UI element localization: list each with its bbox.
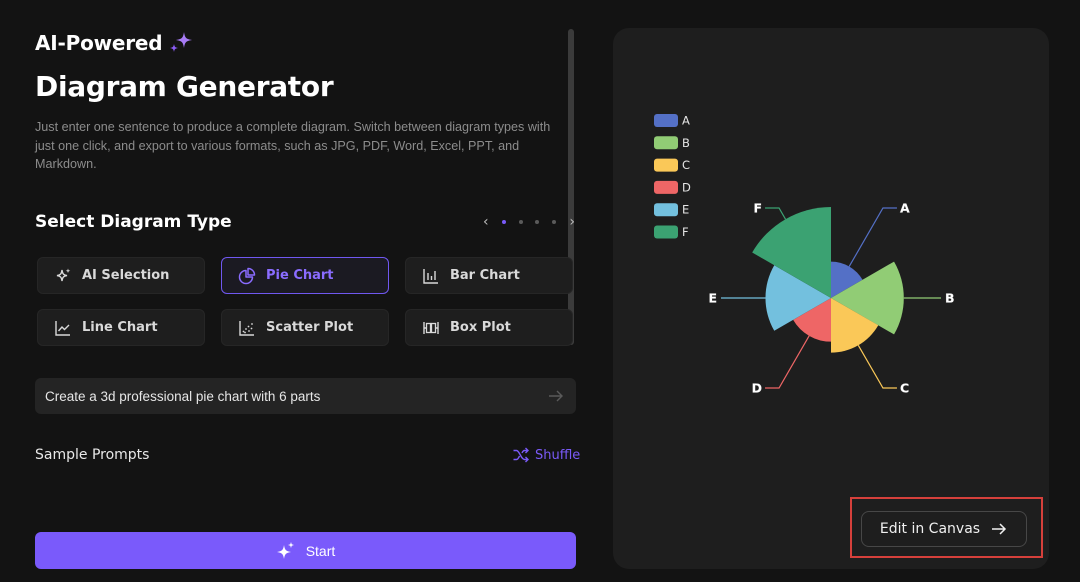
generator-form: AI-Powered Diagram Generator Just enter … bbox=[0, 0, 600, 582]
legend-item[interactable]: E bbox=[654, 203, 689, 217]
type-ai-selection[interactable]: AI Selection bbox=[37, 257, 205, 294]
eyebrow-text: AI-Powered bbox=[35, 31, 163, 55]
bar-chart-icon bbox=[423, 268, 438, 284]
chart-preview-panel: ABCDEFABCDEF bbox=[613, 28, 1049, 569]
label-leader-line bbox=[765, 335, 810, 389]
type-scatter-plot[interactable]: Scatter Plot bbox=[221, 309, 389, 346]
legend-label: B bbox=[682, 136, 690, 150]
type-box-plot[interactable]: Box Plot bbox=[405, 309, 573, 346]
eyebrow: AI-Powered bbox=[35, 30, 194, 56]
shuffle-icon bbox=[513, 447, 529, 463]
sparkle-icon bbox=[170, 32, 193, 52]
legend-swatch bbox=[654, 114, 678, 127]
page-title: Diagram Generator bbox=[35, 70, 334, 103]
data-label: C bbox=[900, 381, 909, 396]
data-label: B bbox=[945, 291, 955, 306]
box-plot-icon bbox=[423, 321, 439, 334]
chevron-left-icon[interactable]: ‹ bbox=[483, 215, 489, 229]
data-label: D bbox=[752, 381, 762, 396]
pie-chart-icon bbox=[238, 267, 256, 284]
data-label: F bbox=[753, 201, 762, 216]
start-button[interactable]: Start bbox=[35, 532, 576, 569]
edit-in-canvas-button[interactable]: Edit in Canvas bbox=[861, 511, 1027, 547]
label-leader-line bbox=[848, 207, 897, 267]
select-diagram-type-heading: Select Diagram Type bbox=[35, 212, 232, 232]
ai-sparkle-icon bbox=[56, 268, 71, 281]
data-label: A bbox=[900, 201, 910, 216]
edit-in-canvas-label: Edit in Canvas bbox=[879, 521, 981, 537]
type-line-chart[interactable]: Line Chart bbox=[37, 309, 205, 346]
legend-item[interactable]: D bbox=[654, 180, 691, 194]
shuffle-label: Shuffle bbox=[535, 447, 581, 463]
shuffle-button[interactable]: Shuffle bbox=[512, 446, 580, 464]
legend-item[interactable]: C bbox=[654, 158, 690, 172]
prompt-box bbox=[35, 378, 576, 414]
pager-dot-4[interactable] bbox=[552, 220, 557, 224]
type-pie-chart[interactable]: Pie Chart bbox=[221, 257, 389, 294]
sparkle-icon bbox=[276, 541, 294, 559]
start-label: Start bbox=[305, 542, 336, 559]
scatter-plot-icon bbox=[239, 320, 254, 336]
legend-swatch bbox=[654, 203, 678, 217]
pager-dot-3[interactable] bbox=[535, 220, 540, 224]
legend-swatch bbox=[654, 225, 678, 239]
label-leader-line bbox=[765, 207, 787, 220]
rose-chart: ABCDEFABCDEF bbox=[654, 114, 955, 396]
data-label: E bbox=[708, 291, 717, 306]
legend-swatch bbox=[654, 180, 678, 194]
legend-item[interactable]: B bbox=[654, 136, 690, 150]
legend-swatch bbox=[654, 136, 678, 150]
prompt-input[interactable] bbox=[45, 388, 546, 404]
diagram-type-grid: AI Selection Pie Chart Bar Chart Line Ch… bbox=[37, 257, 577, 346]
type-label: AI Selection bbox=[82, 268, 170, 283]
sample-prompts-label: Sample Prompts bbox=[35, 447, 150, 463]
legend-label: D bbox=[682, 180, 691, 194]
line-chart-icon bbox=[55, 320, 70, 336]
type-label: Bar Chart bbox=[450, 268, 520, 283]
legend-label: C bbox=[682, 158, 690, 172]
chevron-right-icon[interactable]: › bbox=[569, 215, 575, 229]
legend-item[interactable]: A bbox=[654, 114, 690, 128]
legend-label: F bbox=[682, 225, 689, 239]
arrow-right-icon[interactable] bbox=[546, 386, 566, 406]
arrow-right-icon bbox=[992, 523, 1007, 535]
legend-item[interactable]: F bbox=[654, 225, 689, 239]
page-description: Just enter one sentence to produce a com… bbox=[35, 120, 551, 171]
type-label: Line Chart bbox=[82, 320, 158, 335]
pager-dot-1[interactable] bbox=[501, 220, 506, 224]
legend-label: A bbox=[682, 114, 690, 128]
type-pager: ‹ › bbox=[483, 212, 575, 232]
pager-dot-2[interactable] bbox=[518, 220, 523, 224]
type-label: Pie Chart bbox=[266, 268, 334, 283]
type-label: Box Plot bbox=[450, 320, 511, 335]
legend-label: E bbox=[682, 203, 689, 217]
type-bar-chart[interactable]: Bar Chart bbox=[405, 257, 573, 294]
type-label: Scatter Plot bbox=[266, 320, 354, 335]
legend-swatch bbox=[654, 158, 678, 172]
label-leader-line bbox=[857, 344, 897, 389]
